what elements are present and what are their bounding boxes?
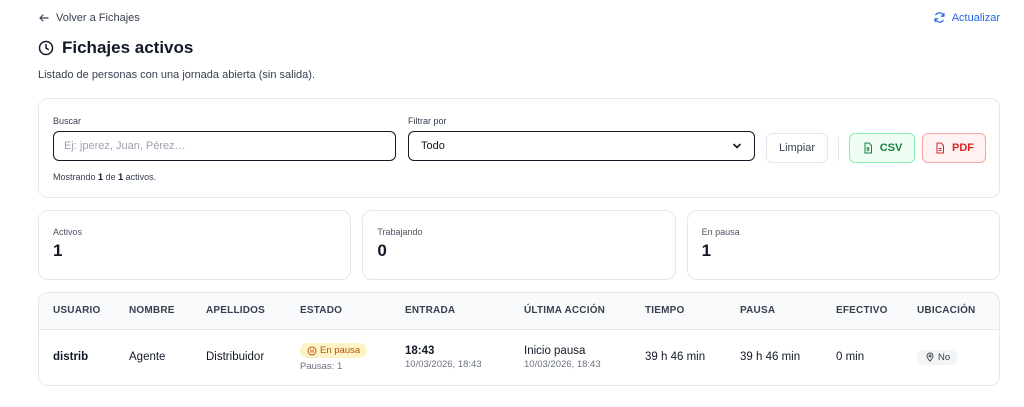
- location-badge[interactable]: No: [917, 349, 959, 365]
- page-title: Fichajes activos: [62, 38, 194, 57]
- page: Volver a Fichajes Actualizar Fichajes ac…: [0, 0, 1024, 407]
- cell-pausa: 39 h 46 min: [730, 328, 826, 385]
- page-header: Fichajes activos: [38, 36, 1000, 60]
- results-count: Mostrando 1 de 1 activos.: [53, 172, 156, 182]
- stat-value: 1: [701, 241, 712, 260]
- cell-apellidos: Distribuidor: [196, 328, 290, 385]
- export-csv-label: CSV: [879, 142, 903, 154]
- search-placeholder: Ej: jperez, Juan, Pérez…: [64, 140, 186, 152]
- clear-button[interactable]: Limpiar: [766, 133, 828, 163]
- active-table: USUARIO NOMBRE APELLIDOS ESTADO ENTRADA …: [39, 293, 999, 385]
- cell-usuario: distrib: [39, 328, 119, 385]
- stat-card-trabajando: Trabajando 0: [362, 210, 676, 280]
- stat-card-en-pausa: En pausa 1: [686, 210, 1000, 280]
- location-badge-label: No: [938, 351, 951, 363]
- active-table-card: USUARIO NOMBRE APELLIDOS ESTADO ENTRADA …: [38, 292, 1000, 386]
- table-row[interactable]: distrib Agente Distribuidor En pausa Pau…: [39, 328, 999, 385]
- refresh-button[interactable]: Actualizar: [933, 11, 1000, 24]
- results-count-shown: 1: [98, 172, 104, 182]
- map-pin-icon: [925, 352, 935, 362]
- status-badge-label: En pausa: [320, 345, 361, 356]
- back-link[interactable]: Volver a Fichajes: [38, 12, 140, 24]
- filter-select-value: Todo: [421, 140, 445, 152]
- entry-date: 10/03/2026, 18:43: [405, 358, 482, 370]
- cell-ubicacion: No: [907, 328, 999, 385]
- stat-card-activos: Activos 1: [38, 210, 352, 280]
- stat-value: 0: [377, 241, 387, 260]
- stats-row: Activos 1 Trabajando 0 En pausa 1: [38, 210, 1000, 280]
- status-badge: En pausa: [300, 343, 368, 358]
- top-bar: Volver a Fichajes: [38, 0, 1000, 36]
- pause-circle-icon: [307, 346, 317, 356]
- results-count-of: de: [105, 172, 116, 182]
- export-pdf-button[interactable]: PDF: [922, 133, 986, 163]
- stat-label: Trabajando: [377, 227, 423, 237]
- export-pdf-label: PDF: [952, 142, 974, 154]
- cell-efectivo: 0 min: [826, 328, 907, 385]
- search-label: Buscar: [53, 116, 82, 126]
- clock-icon: [38, 40, 54, 56]
- stat-label: Activos: [53, 227, 83, 237]
- filter-label: Filtrar por: [408, 116, 447, 126]
- refresh-label: Actualizar: [951, 11, 1000, 24]
- col-nombre[interactable]: NOMBRE: [119, 293, 196, 329]
- col-efectivo[interactable]: EFECTIVO: [826, 293, 907, 329]
- col-ultima-accion[interactable]: ÚLTIMA ACCIÓN: [514, 293, 635, 329]
- refresh-icon: [933, 11, 946, 24]
- spreadsheet-file-icon: [862, 142, 874, 154]
- stat-value: 1: [53, 241, 63, 260]
- clear-button-label: Limpiar: [778, 142, 816, 154]
- col-tiempo[interactable]: TIEMPO: [635, 293, 730, 329]
- filter-select[interactable]: Todo: [408, 131, 755, 161]
- page-subtitle: Listado de personas con una jornada abie…: [38, 69, 316, 81]
- arrow-left-icon: [38, 12, 50, 24]
- cell-nombre: Agente: [119, 328, 196, 385]
- cell-estado: En pausa Pausas: 1: [290, 328, 395, 385]
- stat-label: En pausa: [701, 227, 740, 237]
- results-count-suffix: activos.: [125, 172, 157, 182]
- export-csv-button[interactable]: CSV: [849, 133, 915, 163]
- col-ubicacion[interactable]: UBICACIÓN: [907, 293, 999, 329]
- col-estado[interactable]: ESTADO: [290, 293, 395, 329]
- table-header-row: USUARIO NOMBRE APELLIDOS ESTADO ENTRADA …: [39, 293, 999, 329]
- filters-card: Buscar Ej: jperez, Juan, Pérez… Filtrar …: [38, 98, 1000, 198]
- results-count-prefix: Mostrando: [53, 172, 96, 182]
- col-pausa[interactable]: PAUSA: [730, 293, 826, 329]
- document-file-icon: [934, 142, 946, 154]
- col-apellidos[interactable]: APELLIDOS: [196, 293, 290, 329]
- chevron-down-icon: [732, 141, 742, 151]
- cell-tiempo: 39 h 46 min: [635, 328, 730, 385]
- toolbar-divider: [838, 137, 839, 161]
- pause-count: Pausas: 1: [300, 360, 343, 372]
- col-entrada[interactable]: ENTRADA: [395, 293, 514, 329]
- search-input[interactable]: Ej: jperez, Juan, Pérez…: [53, 131, 396, 161]
- last-action: Inicio pausa: [524, 344, 586, 357]
- entry-time: 18:43: [405, 344, 435, 357]
- col-usuario[interactable]: USUARIO: [39, 293, 119, 329]
- results-count-total: 1: [118, 172, 124, 182]
- cell-ultima-accion: Inicio pausa 10/03/2026, 18:43: [514, 328, 635, 385]
- last-action-date: 10/03/2026, 18:43: [524, 358, 601, 370]
- cell-entrada: 18:43 10/03/2026, 18:43: [395, 328, 514, 385]
- back-link-label: Volver a Fichajes: [56, 12, 140, 24]
